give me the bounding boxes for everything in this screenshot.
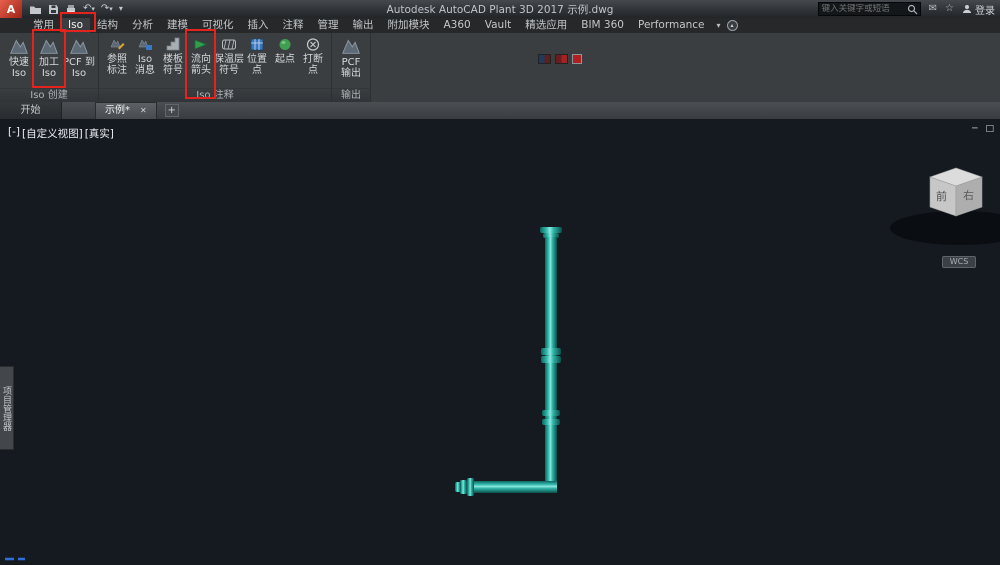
quick-iso-button[interactable]: 快速 Iso (4, 33, 34, 88)
quick-iso-icon (7, 35, 31, 57)
ribbon-tab-annotate[interactable]: 注释 (276, 18, 311, 33)
redo-icon[interactable]: ↷ ▾ (101, 2, 113, 16)
infocenter: ✉ ☆ 登录 (817, 0, 995, 18)
ribbon-tab-output[interactable]: 输出 (346, 18, 381, 33)
ribbon-tabs-overflow-icon[interactable]: ▾ (717, 21, 721, 30)
drawing-canvas[interactable]: [-] [自定义视图] [真实] ─ □ 前 右 WCS 项目管理器 (0, 119, 1000, 565)
pipe-model (455, 227, 562, 496)
panel-label-iso-annotate: Iso 注释 (99, 88, 331, 102)
undo-icon[interactable]: ↶ ▾ (83, 2, 95, 16)
viewport-minimize-icon[interactable]: ─ (972, 124, 977, 134)
file-tab-close-icon[interactable]: ✕ (140, 103, 147, 119)
break-point-button[interactable]: 打断 点 (299, 33, 327, 88)
ucs-icon (5, 557, 25, 561)
reference-dimension-button[interactable]: 参照 标注 (103, 33, 131, 88)
viewport-controls: [-] [自定义视图] [真实] (8, 126, 114, 141)
quick-access-toolbar: ↶ ▾ ↷ ▾ ▾ (29, 2, 123, 16)
ribbon-tab-home[interactable]: 常用 (26, 18, 61, 33)
user-icon (963, 5, 971, 13)
slab-symbol-icon (166, 37, 180, 51)
panel-label-iso-create: Iso 创建 (0, 88, 98, 102)
iso-message-button[interactable]: Iso 消息 (131, 33, 159, 88)
mail-icon[interactable]: ✉ (929, 4, 937, 14)
ribbon-tab-bar: 常用 Iso 结构 分析 建模 可视化 插入 注释 管理 输出 附加模块 A36… (0, 18, 1000, 33)
file-tab-start[interactable]: 开始 (0, 102, 62, 119)
machine-iso-icon (37, 35, 61, 57)
viewport-visual-style-control[interactable]: [真实] (85, 126, 114, 141)
file-tab-drawing[interactable]: 示例* ✕ (95, 102, 157, 119)
undo-dropdown-icon: ▾ (91, 5, 95, 13)
ribbon-tab-a360[interactable]: A360 (437, 18, 478, 33)
panel-iso-annotate: 参照 标注 Iso 消息 楼板 符号 流向 箭头 保温层 符号 位置 点 起点 … (99, 33, 332, 102)
ribbon-display-toggle[interactable]: ▴ (726, 20, 738, 31)
application-window: A ↶ ▾ ↷ ▾ ▾ Autodesk AutoCAD Plant 3D 2017… (0, 0, 1000, 565)
ribbon-tab-iso[interactable]: Iso (61, 18, 90, 33)
ribbon-tab-insert[interactable]: 插入 (241, 18, 276, 33)
redo-dropdown-icon: ▾ (109, 5, 113, 13)
file-tab-drawing-label: 示例* (105, 105, 130, 116)
viewcube[interactable]: 前 右 (916, 161, 992, 223)
panel-iso-create: 快速 Iso 加工 Iso PCF 到 Iso Iso 创建 (0, 33, 99, 102)
viewcube-front-face[interactable]: 前 (936, 189, 947, 203)
new-tab-button[interactable]: + (164, 104, 179, 117)
ribbon-tab-featured-apps[interactable]: 精选应用 (518, 18, 574, 33)
ribbon-tab-structure[interactable]: 结构 (90, 18, 125, 33)
break-point-icon (306, 38, 320, 51)
reference-dimension-icon (110, 39, 125, 50)
machine-iso-button[interactable]: 加工 Iso (34, 33, 64, 88)
start-point-button[interactable]: 起点 (271, 33, 299, 88)
application-menu-button[interactable]: A (0, 0, 22, 18)
viewport-restore-icon[interactable]: □ (985, 124, 994, 134)
favorites-icon[interactable]: ☆ (945, 4, 954, 14)
location-point-button[interactable]: 位置 点 (243, 33, 271, 88)
ribbon-tab-vault[interactable]: Vault (478, 18, 519, 33)
pcf-export-button[interactable]: PCF 输出 (336, 33, 366, 88)
file-tab-bar: 开始 示例* ✕ + (0, 102, 1000, 119)
iso-message-icon (138, 39, 152, 50)
flow-arrow-icon (194, 39, 208, 50)
ribbon-tab-performance[interactable]: Performance (631, 18, 712, 33)
open-file-icon[interactable] (29, 2, 42, 16)
ribbon-tab-analysis[interactable]: 分析 (125, 18, 160, 33)
slab-symbol-button[interactable]: 楼板 符号 (159, 33, 187, 88)
location-point-icon (250, 38, 264, 51)
qat-menu-icon[interactable]: ▾ (119, 2, 123, 16)
sign-in-button[interactable]: 登录 (962, 2, 995, 17)
viewport-window-controls: ─ □ (972, 124, 994, 134)
pcf-to-iso-icon (67, 35, 91, 57)
color-swatch-3[interactable] (572, 54, 582, 64)
search-box (817, 2, 921, 16)
flow-arrow-button[interactable]: 流向 箭头 (187, 33, 215, 88)
viewport-view-control[interactable]: [自定义视图] (22, 126, 83, 141)
color-swatches (538, 54, 582, 64)
window-title-product: Autodesk AutoCAD Plant 3D 2017 (386, 3, 564, 16)
viewport-menu-control[interactable]: [-] (8, 126, 20, 141)
wcs-button[interactable]: WCS (942, 256, 976, 268)
ribbon: 快速 Iso 加工 Iso PCF 到 Iso Iso 创建 参照 标注 Iso… (0, 33, 1000, 102)
color-swatch-1[interactable] (538, 54, 551, 64)
window-title-filename: 示例.dwg (567, 3, 614, 16)
plot-icon[interactable] (65, 2, 77, 16)
color-swatch-2[interactable] (555, 54, 568, 64)
panel-output: PCF 输出 输出 (332, 33, 371, 102)
viewcube-right-face[interactable]: 右 (963, 188, 974, 202)
project-manager-tab[interactable]: 项目管理器 (0, 366, 14, 450)
ribbon-tab-visualize[interactable]: 可视化 (195, 18, 241, 33)
ribbon-tab-addins[interactable]: 附加模块 (381, 18, 437, 33)
title-bar: A ↶ ▾ ↷ ▾ ▾ Autodesk AutoCAD Plant 3D 2017… (0, 0, 1000, 18)
ribbon-tab-manage[interactable]: 管理 (311, 18, 346, 33)
insulation-symbol-icon (222, 39, 236, 50)
panel-label-output: 输出 (332, 88, 370, 102)
pcf-to-iso-button[interactable]: PCF 到 Iso (63, 33, 95, 88)
insulation-symbol-button[interactable]: 保温层 符号 (214, 33, 244, 88)
search-icon[interactable] (907, 4, 918, 15)
ribbon-tab-modeling[interactable]: 建模 (160, 18, 195, 33)
save-icon[interactable] (48, 2, 59, 16)
search-input[interactable] (818, 3, 907, 15)
pcf-export-icon (339, 35, 363, 57)
start-point-icon (279, 39, 291, 50)
autocad-logo-icon: A (6, 2, 16, 16)
ribbon-tab-bim360[interactable]: BIM 360 (574, 18, 631, 33)
